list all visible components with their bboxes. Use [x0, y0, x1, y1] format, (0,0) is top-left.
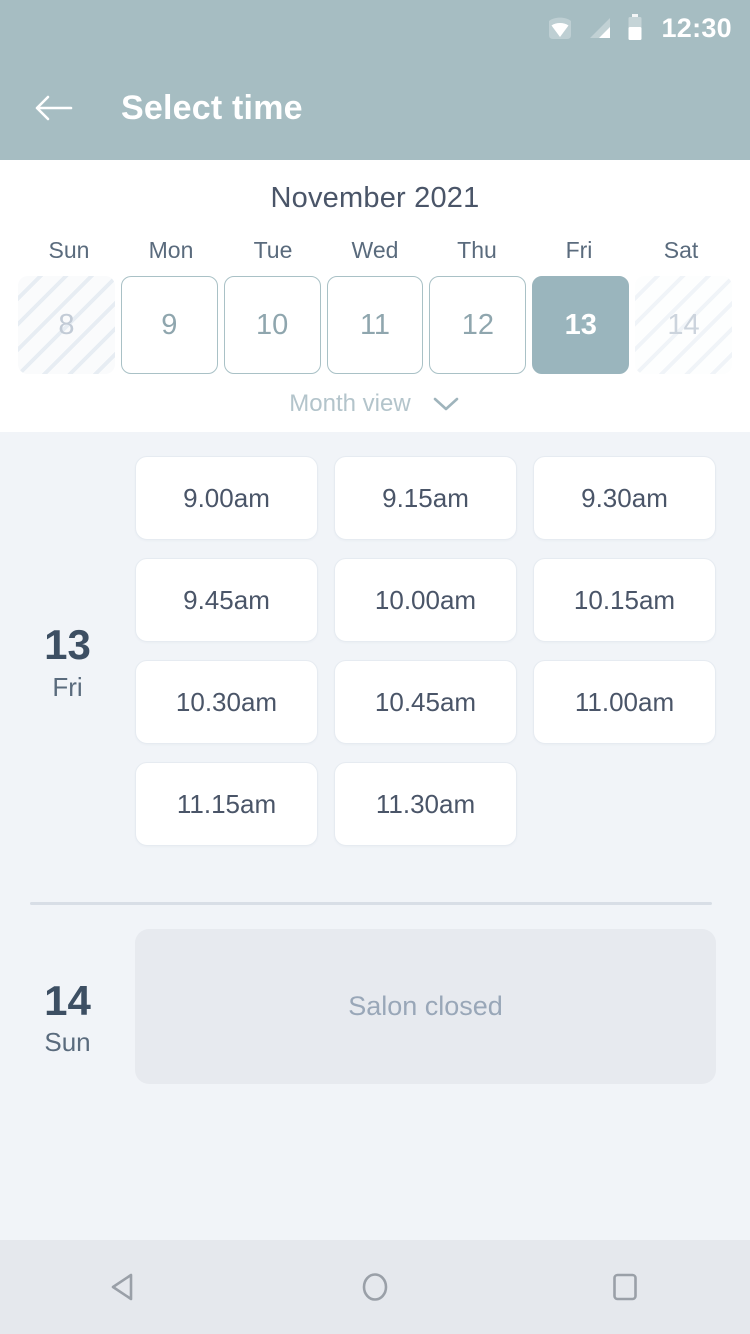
- time-slot[interactable]: 9.00am: [135, 456, 318, 540]
- status-bar: 12:30: [0, 0, 750, 56]
- cellular-signal-icon: [590, 18, 611, 38]
- recents-square-icon: [613, 1273, 637, 1301]
- page-title: Select time: [121, 88, 303, 127]
- calendar-day-10[interactable]: 10: [223, 276, 321, 374]
- day-stamp-weekday: Sun: [44, 1027, 91, 1058]
- time-slot[interactable]: 10.30am: [135, 660, 318, 744]
- day-group-14: 14 Sun Salon closed: [0, 905, 750, 1084]
- month-view-label: Month view: [289, 390, 411, 417]
- salon-closed-card: Salon closed: [135, 929, 716, 1084]
- day-stamp-13: 13 Fri: [0, 456, 135, 846]
- app-screen: 12:30 Select time November 2021 Sun Mon …: [0, 0, 750, 1334]
- day-stamp-14: 14 Sun: [0, 929, 135, 1084]
- weekday-label: Tue: [253, 237, 293, 263]
- time-slot[interactable]: 9.15am: [334, 456, 517, 540]
- back-arrow-icon[interactable]: [34, 93, 74, 123]
- time-slots-scroll-area[interactable]: 13 Fri 9.00am 9.15am 9.30am 9.45am 10.00…: [0, 432, 750, 1240]
- month-view-toggle[interactable]: Month view: [0, 390, 750, 418]
- weekday-label: Mon: [148, 237, 194, 263]
- day-stamp-number: 13: [44, 621, 91, 669]
- day-stamp-number: 14: [44, 976, 91, 1024]
- calendar-day-12[interactable]: 12: [429, 276, 527, 374]
- time-slot-grid: 9.00am 9.15am 9.30am 9.45am 10.00am 10.1…: [135, 456, 750, 846]
- home-circle-icon: [362, 1273, 388, 1301]
- wifi-icon: [549, 17, 572, 39]
- weekday-label: Fri: [565, 237, 593, 263]
- status-bar-icons: [545, 14, 643, 42]
- weekday-label: Wed: [351, 237, 399, 263]
- calendar-day-8: 8: [18, 276, 115, 374]
- weekday-label: Sun: [48, 237, 90, 263]
- battery-icon: [628, 14, 642, 40]
- calendar-panel: November 2021 Sun Mon Tue Wed Thu Fri Sa…: [0, 160, 750, 432]
- time-slot[interactable]: 9.45am: [135, 558, 318, 642]
- android-navigation-bar: [0, 1240, 750, 1334]
- time-slot[interactable]: 10.15am: [533, 558, 716, 642]
- nav-home-button[interactable]: [315, 1240, 435, 1334]
- app-bar: Select time: [0, 56, 750, 160]
- time-slot[interactable]: 10.45am: [334, 660, 517, 744]
- time-slot[interactable]: 11.00am: [533, 660, 716, 744]
- calendar-day-13-selected[interactable]: 13: [532, 276, 630, 374]
- time-slot[interactable]: 10.00am: [334, 558, 517, 642]
- nav-back-button[interactable]: [65, 1240, 185, 1334]
- calendar-day-9[interactable]: 9: [120, 276, 218, 374]
- status-bar-clock: 12:30: [661, 12, 732, 43]
- time-slot[interactable]: 11.15am: [135, 762, 318, 846]
- calendar-day-14: 14: [635, 276, 732, 374]
- time-slot[interactable]: 9.30am: [533, 456, 716, 540]
- calendar-weekday-row: Sun Mon Tue Wed Thu Fri Sat: [0, 237, 750, 276]
- weekday-label: Sat: [663, 237, 699, 263]
- calendar-day-row: 8 9 10 11 12 13 14: [0, 276, 750, 374]
- nav-recents-button[interactable]: [565, 1240, 685, 1334]
- calendar-day-11[interactable]: 11: [326, 276, 424, 374]
- back-triangle-icon: [111, 1273, 133, 1301]
- day-stamp-weekday: Fri: [52, 671, 83, 702]
- day-group-13: 13 Fri 9.00am 9.15am 9.30am 9.45am 10.00…: [0, 432, 750, 846]
- time-slot[interactable]: 11.30am: [334, 762, 517, 846]
- weekday-label: Thu: [457, 237, 497, 263]
- calendar-month-label: November 2021: [270, 182, 480, 214]
- chevron-down-icon: [433, 397, 458, 411]
